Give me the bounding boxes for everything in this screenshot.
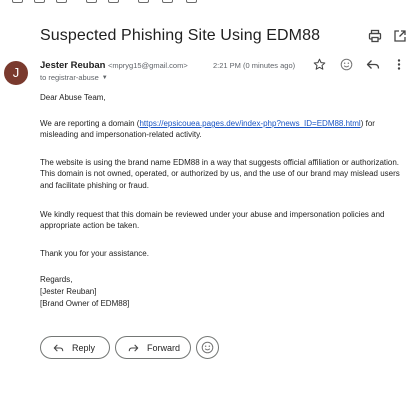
- forward-button[interactable]: Forward: [115, 336, 191, 359]
- print-icon[interactable]: [368, 29, 382, 43]
- move-to-icon[interactable]: [162, 0, 173, 3]
- more-options-icon[interactable]: [394, 58, 404, 71]
- paragraph-2: The website is using the brand name EDM8…: [40, 158, 400, 190]
- timestamp: 2:21 PM (0 minutes ago): [213, 61, 296, 70]
- signature-line-2: [Jester Reuban]: [40, 287, 97, 296]
- label-icon[interactable]: [186, 0, 197, 3]
- paragraph-1: We are reporting a domain (https://epsic…: [40, 119, 375, 140]
- report-spam-icon[interactable]: [34, 0, 45, 3]
- recipient-label: to registrar-abuse: [40, 73, 99, 82]
- chevron-down-icon[interactable]: ▼: [102, 75, 108, 81]
- add-task-icon[interactable]: [138, 0, 149, 3]
- reply-icon: [53, 344, 64, 351]
- reply-button-label: Reply: [72, 342, 96, 353]
- emoji-icon[interactable]: [340, 58, 353, 71]
- avatar[interactable]: J: [4, 61, 28, 85]
- forward-icon: [128, 344, 139, 351]
- paragraph-3: We kindly request that this domain be re…: [40, 210, 385, 231]
- signature-line-3: [Brand Owner of EDM88]: [40, 299, 130, 308]
- email-toolbar: [0, 0, 420, 6]
- signature-line-1: Regards,: [40, 275, 73, 284]
- emoji-reaction-button[interactable]: [196, 336, 219, 359]
- star-icon[interactable]: [313, 58, 326, 71]
- greeting: Dear Abuse Team,: [40, 93, 106, 102]
- mark-unread-icon[interactable]: [86, 0, 97, 3]
- paragraph-4: Thank you for your assistance.: [40, 249, 149, 258]
- snooze-icon[interactable]: [108, 0, 119, 3]
- recipient-details[interactable]: to registrar-abuse ▼: [40, 73, 108, 82]
- sender-name: Jester Reuban: [40, 60, 106, 71]
- reply-icon[interactable]: [366, 58, 380, 71]
- emoji-icon: [201, 341, 214, 354]
- reply-button[interactable]: Reply: [40, 336, 110, 359]
- sender-email: <mpryg15@gmail.com>: [108, 61, 188, 70]
- open-in-new-window-icon[interactable]: [393, 29, 407, 43]
- forward-button-label: Forward: [147, 342, 181, 353]
- reported-domain-link[interactable]: https://epsicouea.pages.dev/index-php?ne…: [139, 119, 360, 128]
- email-subject: Suspected Phishing Site Using EDM88: [40, 27, 321, 44]
- delete-icon[interactable]: [56, 0, 67, 3]
- archive-icon[interactable]: [12, 0, 23, 3]
